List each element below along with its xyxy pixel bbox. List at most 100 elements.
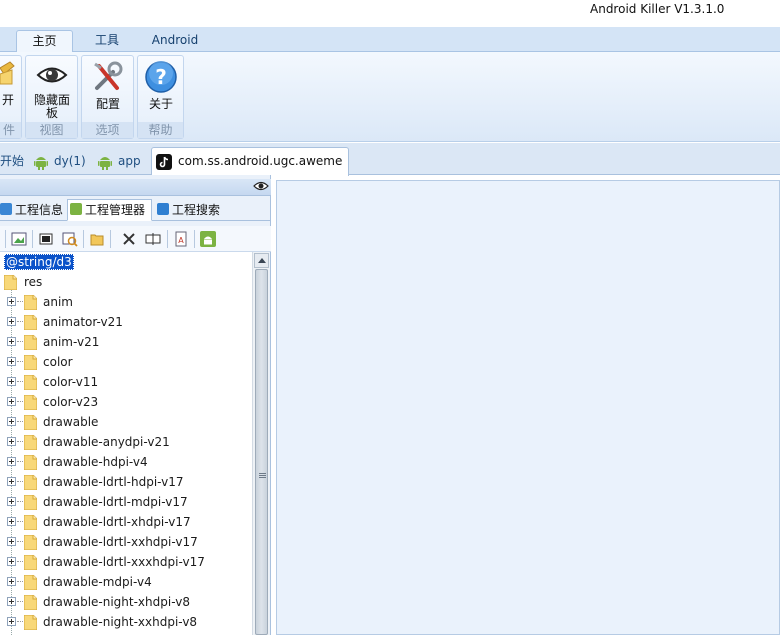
group-caption-file: 件 [0, 122, 21, 138]
tree-node-folder[interactable]: drawable-ldrtl-xxhdpi-v17 [0, 532, 252, 552]
tree-node-label: color-v11 [43, 375, 99, 389]
find-icon[interactable] [62, 231, 78, 247]
open-button-label: 开 [1, 93, 14, 107]
tab-tools[interactable]: 工具 [84, 30, 130, 53]
hide-panel-button[interactable]: 隐藏面板 [30, 60, 74, 120]
tab-project-search[interactable]: 工程搜索 [157, 200, 227, 220]
scroll-up-arrow-icon[interactable] [254, 253, 269, 268]
expand-icon[interactable] [7, 297, 16, 306]
tree-node-label: animator-v21 [43, 315, 123, 329]
tree-node-folder[interactable]: color [0, 352, 252, 372]
image-icon[interactable] [11, 231, 27, 247]
eye-icon[interactable] [253, 180, 269, 192]
rename-icon[interactable] [145, 231, 161, 247]
ribbon-group-help: ? 关于 帮助 [137, 55, 184, 139]
android-icon [34, 156, 48, 170]
delete-icon[interactable] [121, 231, 137, 247]
expand-icon[interactable] [7, 437, 16, 446]
tab-project-manager[interactable]: 工程管理器 [67, 199, 152, 221]
android-icon [98, 156, 112, 170]
folder-icon[interactable] [89, 231, 105, 247]
android-icon [70, 203, 82, 215]
open-button[interactable]: 开 [0, 60, 19, 106]
search-icon [157, 203, 169, 215]
toolbar-separator [194, 230, 195, 248]
tab-start-label: 开始 [0, 154, 25, 168]
tab-project-label: com.ss.android.ugc.aweme [178, 154, 343, 168]
tab-dy[interactable]: dy(1) [34, 149, 86, 173]
expand-icon[interactable] [7, 317, 16, 326]
expand-icon[interactable] [7, 577, 16, 586]
expand-icon[interactable] [7, 537, 16, 546]
tree-node-res[interactable]: res [0, 272, 252, 292]
tree-node-folder[interactable]: drawable-ldrtl-xxxhdpi-v17 [0, 552, 252, 572]
tab-home[interactable]: 主页 [16, 30, 73, 53]
toolbar-separator [5, 230, 6, 248]
title-bar: Android Killer V1.3.1.0 [0, 0, 780, 27]
folder-icon [24, 555, 37, 570]
expand-icon[interactable] [7, 397, 16, 406]
config-button[interactable]: 配置 [86, 60, 130, 110]
tree-scrollbar[interactable] [252, 252, 269, 635]
tree-node-folder[interactable]: anim [0, 292, 252, 312]
text-file-icon[interactable]: A [173, 231, 189, 247]
tree-node-folder[interactable]: animator-v21 [0, 312, 252, 332]
window-icon[interactable] [38, 231, 54, 247]
folder-icon [24, 515, 37, 530]
group-caption-help: 帮助 [138, 122, 183, 138]
expand-icon[interactable] [7, 597, 16, 606]
open-folder-icon [0, 61, 15, 85]
svg-text:?: ? [155, 65, 167, 89]
expand-icon[interactable] [7, 477, 16, 486]
tree-node-folder[interactable]: drawable-night-xhdpi-v8 [0, 592, 252, 612]
tree-node-folder[interactable]: anim-v21 [0, 332, 252, 352]
folder-icon [24, 455, 37, 470]
tree-node-folder[interactable]: drawable-anydpi-v21 [0, 432, 252, 452]
expand-icon[interactable] [7, 617, 16, 626]
hide-panel-label: 隐藏面板 [33, 93, 70, 120]
expand-icon[interactable] [7, 357, 16, 366]
tree-node-folder[interactable]: color-v23 [0, 392, 252, 412]
tree-node-folder[interactable]: drawable-hdpi-v4 [0, 452, 252, 472]
tree-node-label: anim [43, 295, 73, 309]
tree-node-folder[interactable]: drawable-ldrtl-mdpi-v17 [0, 492, 252, 512]
tab-start[interactable]: 开始 [0, 149, 24, 173]
tree-node-folder[interactable]: drawable-night-xxhdpi-v8 [0, 612, 252, 632]
about-button[interactable]: ? 关于 [140, 60, 182, 110]
tree-node-folder[interactable]: drawable-mdpi-v4 [0, 572, 252, 592]
tab-project-info[interactable]: 工程信息 [0, 200, 64, 220]
tree-node-folder[interactable]: color-v11 [0, 372, 252, 392]
expand-icon[interactable] [7, 497, 16, 506]
expand-icon[interactable] [7, 457, 16, 466]
tab-project-info-label: 工程信息 [15, 203, 64, 217]
expand-icon[interactable] [7, 377, 16, 386]
folder-icon [4, 275, 17, 290]
folder-icon [24, 495, 37, 510]
tree-node-label: drawable-night-xhdpi-v8 [43, 595, 190, 609]
tree-node-label: drawable-ldrtl-mdpi-v17 [43, 495, 188, 509]
tab-android[interactable]: Android [140, 30, 210, 53]
grip-icon [259, 473, 266, 478]
tree-node-selected[interactable]: @string/d3 [4, 252, 74, 272]
tree-node-label: drawable-ldrtl-xxxhdpi-v17 [43, 555, 205, 569]
editor-area[interactable] [276, 180, 780, 635]
folder-icon [24, 575, 37, 590]
scroll-thumb[interactable] [255, 269, 268, 635]
tab-project[interactable]: com.ss.android.ugc.aweme [151, 147, 350, 176]
expand-icon[interactable] [7, 337, 16, 346]
tab-app-label: app [118, 154, 141, 168]
folder-icon [24, 395, 37, 410]
tree-node-label: drawable [43, 415, 99, 429]
tab-app[interactable]: app [98, 149, 141, 173]
expand-icon[interactable] [7, 517, 16, 526]
android-icon[interactable] [200, 231, 216, 247]
tree-node-label: @string/d3 [4, 254, 74, 270]
folder-icon [24, 335, 37, 350]
tree-node-folder[interactable]: drawable-ldrtl-hdpi-v17 [0, 472, 252, 492]
tree-node-folder[interactable]: drawable-ldrtl-xhdpi-v17 [0, 512, 252, 532]
svg-text:A: A [178, 236, 184, 245]
expand-icon[interactable] [7, 557, 16, 566]
expand-icon[interactable] [7, 417, 16, 426]
tree-node-folder[interactable]: drawable [0, 412, 252, 432]
config-label: 配置 [95, 97, 120, 111]
